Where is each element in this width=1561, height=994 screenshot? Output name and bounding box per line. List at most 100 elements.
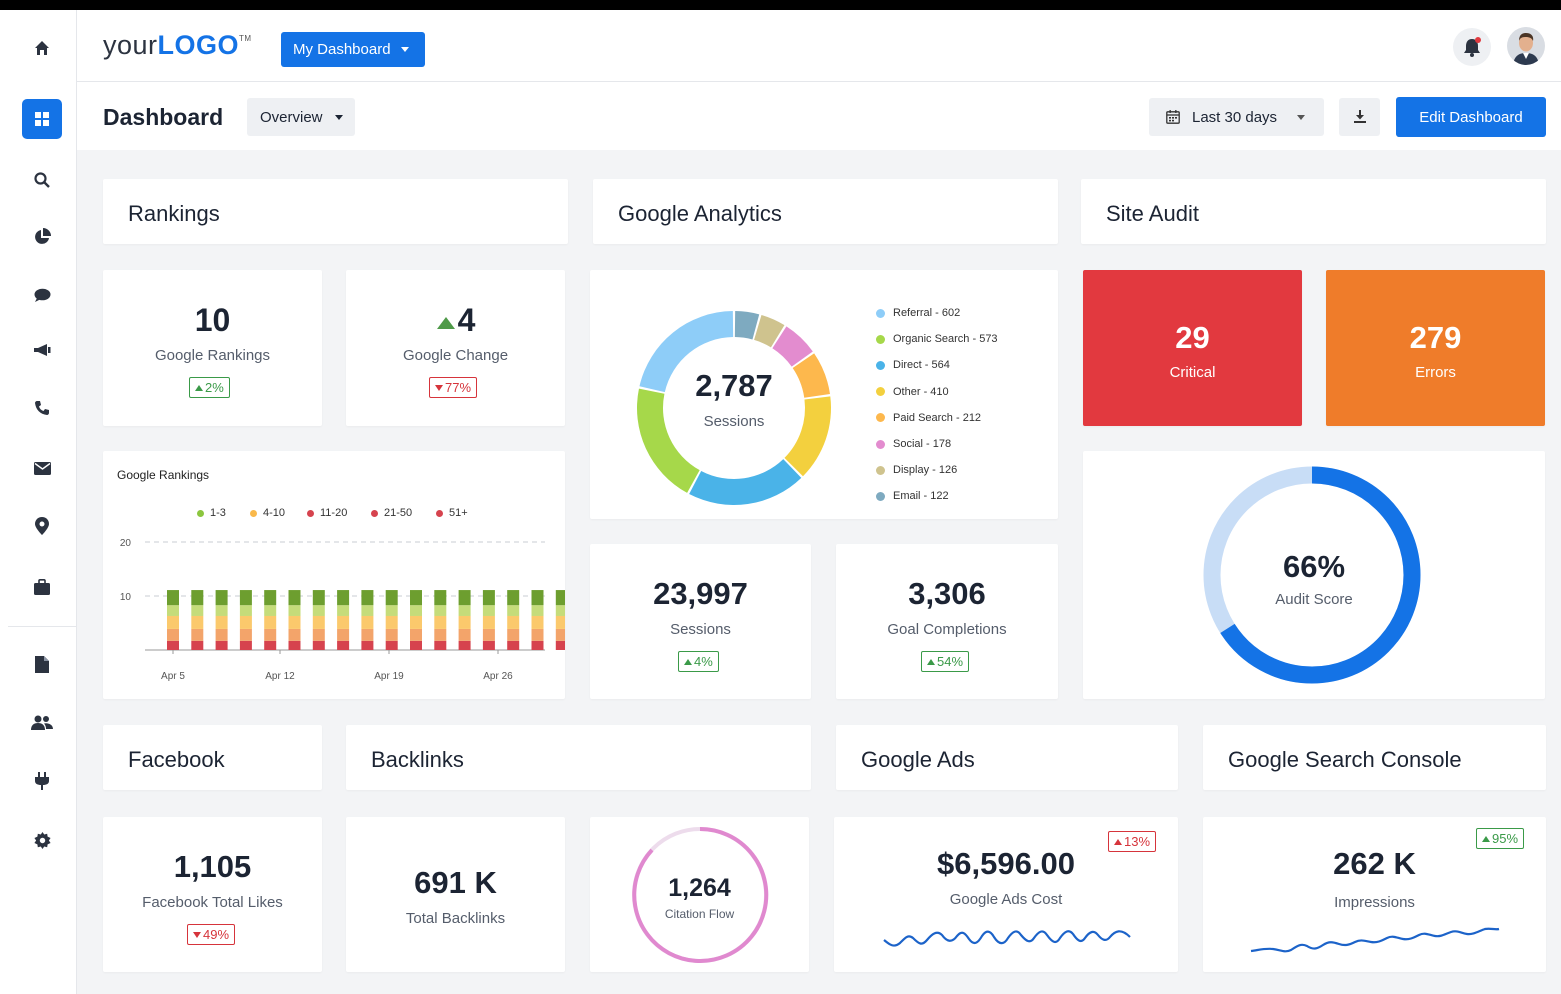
bar-segment [288, 615, 301, 629]
bar-segment [191, 628, 204, 641]
bar-segment [507, 615, 520, 629]
bar-segment [507, 640, 520, 650]
facebook-likes-card[interactable]: 1,105 Facebook Total Likes 49% [103, 817, 322, 972]
audit-score-value: 66% [1282, 549, 1346, 584]
legend-item[interactable]: Direct - 564 [876, 359, 950, 371]
chat-icon[interactable] [22, 275, 62, 315]
location-icon[interactable] [22, 506, 62, 546]
legend-item[interactable]: Other - 410 [876, 386, 949, 398]
bar-segment [361, 640, 374, 650]
overview-label: Overview [260, 108, 323, 126]
bar-segment [482, 628, 495, 641]
legend-item[interactable]: Social - 178 [876, 438, 951, 450]
megaphone-icon[interactable] [22, 330, 62, 370]
bar-segment [361, 615, 374, 629]
goal-completions-card[interactable]: 3,306 Goal Completions 54% [836, 544, 1058, 699]
bar-segment [434, 615, 447, 629]
sidebar-divider [8, 626, 77, 627]
search-icon[interactable] [22, 160, 62, 200]
legend-item[interactable]: Organic Search - 573 [876, 333, 998, 345]
donut-total: 2,787 [695, 368, 773, 403]
change-value: 54% [937, 654, 964, 669]
bar-segment [264, 615, 277, 629]
section-title: Google Ads [861, 747, 975, 772]
dashboard-icon[interactable] [22, 99, 62, 139]
impressions-card[interactable]: 95% 262 K Impressions [1203, 817, 1546, 972]
citation-label: Citation Flow [664, 907, 735, 921]
bar-segment [555, 605, 565, 616]
bar-segment [555, 590, 565, 606]
change-badge: 77% [429, 377, 478, 398]
calendar-icon [1166, 110, 1180, 124]
bar-segment [288, 640, 301, 650]
plug-icon[interactable] [22, 761, 62, 801]
kpi-value-wrap: 4 [346, 302, 565, 339]
google-change-card[interactable]: 4 Google Change 77% [346, 270, 565, 426]
bar-segment [361, 590, 374, 606]
bar-segment [239, 605, 252, 616]
backlinks-header: Backlinks [346, 725, 811, 790]
kpi-value: 3,306 [908, 576, 986, 611]
edit-dashboard-button[interactable]: Edit Dashboard [1396, 97, 1546, 137]
my-dashboard-button[interactable]: My Dashboard [281, 32, 425, 67]
sparkline-path [1250, 927, 1500, 953]
kpi-label: Goal Completions [887, 621, 1007, 638]
google-ads-header: Google Ads [836, 725, 1178, 790]
arrow-up-icon [436, 316, 455, 329]
legend-swatch [876, 308, 885, 318]
errors-card[interactable]: 279 Errors [1326, 270, 1545, 426]
briefcase-icon[interactable] [22, 567, 62, 607]
bar-segment [507, 590, 520, 606]
bar-segment [482, 605, 495, 616]
section-title: Site Audit [1106, 201, 1199, 226]
legend-item[interactable]: Email - 122 [876, 490, 949, 502]
arrow-up-icon [684, 658, 692, 665]
critical-issues-card[interactable]: 29 Critical [1083, 270, 1302, 426]
kpi-value: 29 [1175, 320, 1210, 355]
total-backlinks-card[interactable]: 691 K Total Backlinks [346, 817, 565, 972]
kpi-value: 279 [1409, 320, 1462, 355]
legend-label: Social - 178 [893, 438, 952, 450]
bar-segment [434, 640, 447, 650]
audit-score-label: Audit Score [1275, 591, 1353, 608]
ads-cost-sparkline [883, 930, 1131, 947]
analytics-sessions-card: 2,787 Sessions Referral - 602 Organic Sea… [590, 270, 1058, 519]
users-icon[interactable] [22, 702, 62, 742]
google-ads-cost-card[interactable]: 13% $6,596.00 Google Ads Cost [834, 817, 1178, 972]
kpi-label: Errors [1415, 364, 1456, 381]
bar-segment [555, 640, 565, 650]
legend-item[interactable]: Display - 126 [876, 464, 957, 476]
bar-segment [555, 628, 565, 641]
bar-segment [410, 640, 422, 650]
arrow-down-icon [193, 931, 201, 938]
legend-label: Direct - 564 [893, 359, 950, 372]
google-rankings-card[interactable]: 10 Google Rankings 2% [103, 270, 322, 426]
sessions-card[interactable]: 23,997 Sessions 4% [590, 544, 811, 699]
bar-segment [288, 628, 301, 641]
document-icon[interactable] [22, 644, 62, 684]
notification-button[interactable] [1453, 28, 1491, 66]
bar-segment [337, 628, 350, 641]
mail-icon[interactable] [22, 448, 62, 488]
phone-icon[interactable] [22, 388, 62, 428]
citation-flow-card[interactable]: 1,264 Citation Flow [590, 817, 809, 972]
date-range-picker[interactable]: Last 30 days [1149, 98, 1324, 136]
top-bar: yourLOGOTM My Dashboard [77, 10, 1561, 82]
legend-swatch [876, 465, 885, 475]
download-button[interactable] [1339, 98, 1380, 136]
home-icon[interactable] [22, 28, 62, 68]
bar-segment [167, 615, 179, 629]
user-avatar[interactable] [1507, 27, 1545, 65]
logo-text-light: your [103, 30, 158, 60]
logo-text-bold: LOGO [157, 30, 240, 60]
bar-segment [458, 615, 471, 629]
overview-dropdown[interactable]: Overview [247, 98, 355, 136]
brand-logo[interactable]: yourLOGOTM [103, 30, 252, 61]
donut-label: Sessions [703, 413, 765, 430]
gear-icon[interactable] [22, 820, 62, 860]
legend-label: Display - 126 [893, 464, 958, 477]
legend-item[interactable]: Referral - 602 [876, 307, 960, 319]
legend-item[interactable]: Paid Search - 212 [876, 412, 981, 424]
pie-chart-icon[interactable] [22, 217, 62, 257]
arrow-up-icon [195, 384, 203, 391]
